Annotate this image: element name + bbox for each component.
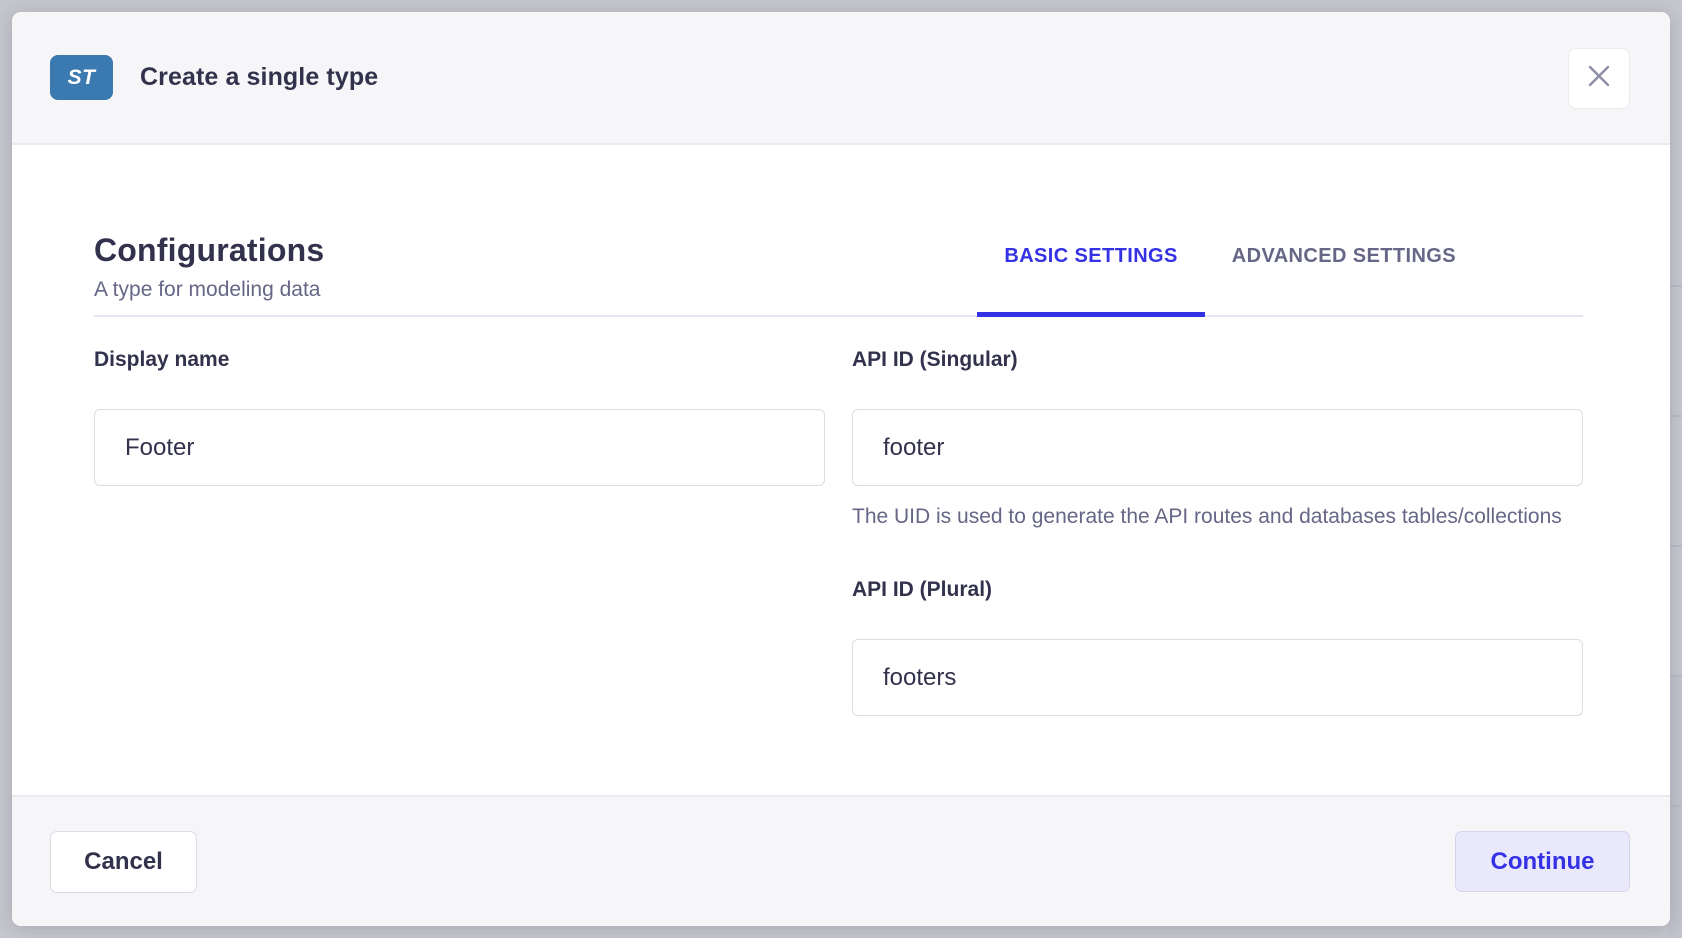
modal-footer: Cancel Continue [12, 795, 1670, 926]
close-button[interactable] [1568, 48, 1630, 109]
single-type-badge-label: ST [68, 66, 96, 90]
display-name-label: Display name [94, 347, 825, 373]
close-icon [1587, 64, 1611, 93]
tab-advanced-settings[interactable]: ADVANCED SETTINGS [1205, 245, 1483, 315]
backdrop-row-divider [1668, 415, 1682, 417]
api-id-plural-label: API ID (Plural) [852, 577, 1583, 603]
tab-basic-settings[interactable]: BASIC SETTINGS [977, 245, 1204, 315]
backdrop-row-divider [1668, 285, 1682, 287]
create-single-type-modal: ST Create a single type Configurations A… [12, 12, 1670, 926]
display-name-column: Display name [94, 347, 825, 716]
backdrop-row-divider [1668, 805, 1682, 807]
api-id-plural-input[interactable] [852, 639, 1583, 716]
backdrop-row-divider [1668, 545, 1682, 547]
display-name-input[interactable] [94, 409, 825, 486]
modal-body: Configurations A type for modeling data … [12, 145, 1670, 795]
continue-button[interactable]: Continue [1455, 831, 1630, 892]
modal-header: ST Create a single type [12, 12, 1670, 145]
page-subtitle: A type for modeling data [94, 278, 324, 302]
configurations-header-row: Configurations A type for modeling data … [94, 232, 1583, 317]
api-id-singular-label: API ID (Singular) [852, 347, 1583, 373]
api-id-singular-input[interactable] [852, 409, 1583, 486]
page-title: Configurations [94, 232, 324, 269]
api-id-singular-helper: The UID is used to generate the API rout… [852, 501, 1583, 532]
api-id-singular-field: API ID (Singular) The UID is used to gen… [852, 347, 1583, 532]
single-type-badge-icon: ST [50, 55, 113, 100]
api-id-column: API ID (Singular) The UID is used to gen… [852, 347, 1583, 716]
configurations-form: Display name API ID (Singular) The UID i… [94, 347, 1583, 716]
backdrop-row-divider [1668, 675, 1682, 677]
cancel-button[interactable]: Cancel [50, 831, 197, 893]
configurations-titles: Configurations A type for modeling data [94, 232, 324, 315]
modal-title: Create a single type [140, 63, 378, 92]
api-id-plural-field: API ID (Plural) [852, 577, 1583, 716]
settings-tabs: BASIC SETTINGS ADVANCED SETTINGS [977, 232, 1483, 315]
